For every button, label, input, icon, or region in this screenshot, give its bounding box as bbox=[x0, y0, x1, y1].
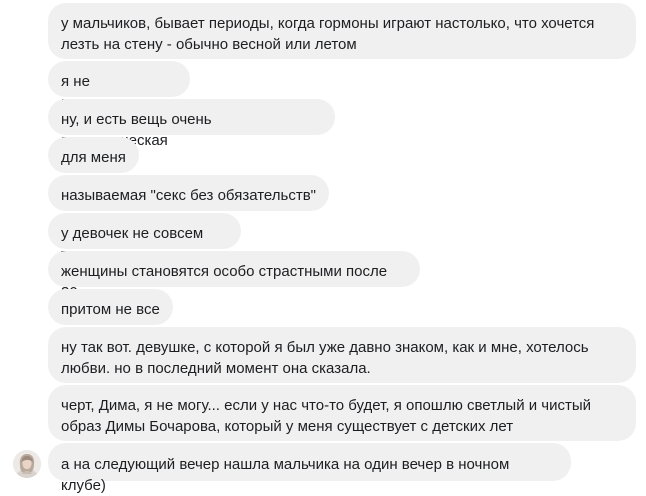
user-avatar-icon[interactable] bbox=[13, 450, 41, 478]
message-bubble: а на следующий вечер нашла мальчика на о… bbox=[48, 443, 571, 494]
message-bubble: для меня bbox=[48, 137, 139, 173]
message-bubble: ну, и есть вещь очень гипотетическая bbox=[48, 99, 335, 149]
message-text: у мальчиков, бывает периоды, когда гормо… bbox=[61, 15, 595, 53]
message-text: притом не все bbox=[61, 301, 160, 318]
message-bubble: притом не все bbox=[48, 289, 173, 325]
message-bubble: называемая "секс без обязательств" bbox=[48, 175, 329, 211]
message-bubble: черт, Дима, я не могу... если у нас что-… bbox=[48, 385, 636, 441]
message-bubble: у девочек не совсем так bbox=[48, 213, 241, 263]
message-thread: у мальчиков, бывает периоды, когда гормо… bbox=[0, 0, 646, 494]
message-text: для меня bbox=[61, 149, 126, 166]
message-bubble: женщины становятся особо страстными посл… bbox=[48, 251, 420, 301]
message-bubble: я не исключение bbox=[48, 61, 190, 111]
message-text: называемая "секс без обязательств" bbox=[61, 187, 316, 204]
message-bubble: у мальчиков, бывает периоды, когда гормо… bbox=[48, 3, 636, 59]
message-text: а на следующий вечер нашла мальчика на о… bbox=[61, 456, 510, 494]
message-text: черт, Дима, я не могу... если у нас что-… bbox=[61, 397, 592, 435]
message-text: ну так вот. девушке, с которой я был уже… bbox=[61, 339, 589, 377]
message-bubble: ну так вот. девушке, с которой я был уже… bbox=[48, 327, 636, 383]
